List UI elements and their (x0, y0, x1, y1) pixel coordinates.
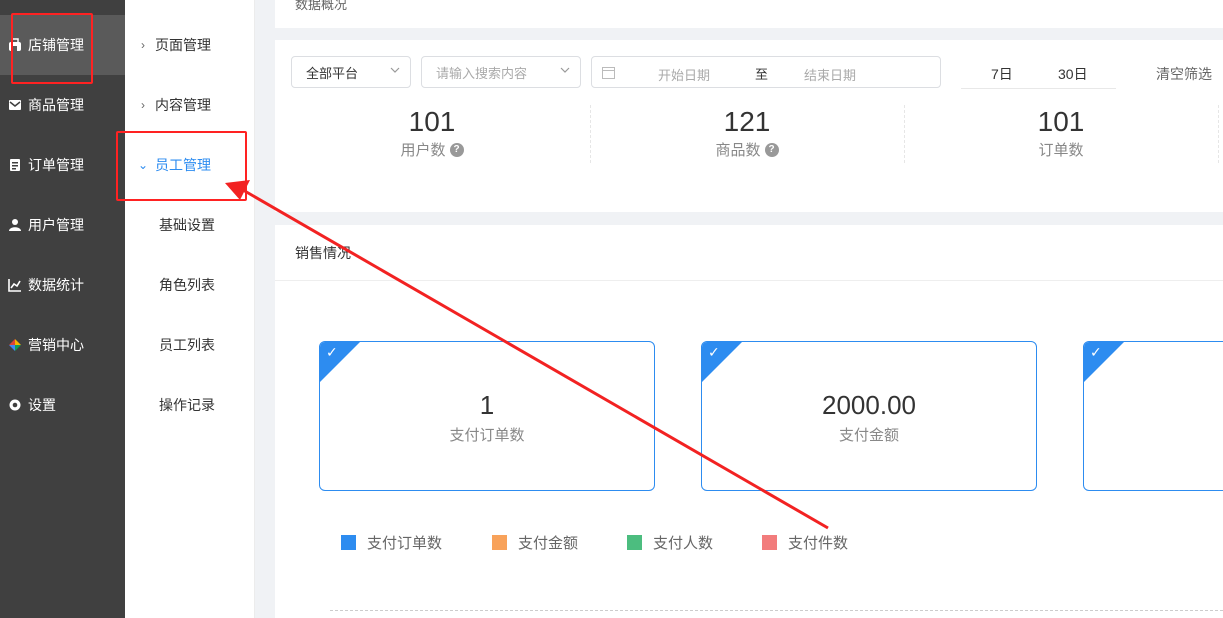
date-range-picker[interactable]: 开始日期 至 结束日期 (591, 56, 941, 88)
help-icon[interactable]: ? (449, 142, 464, 157)
legend-item-paid-users[interactable]: 支付人数 (627, 532, 713, 553)
legend-label: 支付金额 (518, 535, 579, 552)
legend-label: 支付件数 (788, 535, 849, 552)
legend-swatch (341, 535, 356, 550)
overview-title: 数据概况 (295, 0, 348, 12)
user-icon (8, 218, 22, 232)
submenu-child-role-list[interactable]: 角色列表 (125, 255, 255, 315)
stat-users: 101 用户数? (275, 105, 589, 165)
check-icon: ✓ (708, 344, 720, 360)
chevron-right-icon: › (141, 98, 145, 112)
legend-item-paid-amount[interactable]: 支付金额 (492, 532, 578, 553)
sales-panel: 销售情况 ✓ 1 支付订单数 ✓ 2000.00 支付金额 ✓ 支付订单数 支付… (275, 225, 1223, 618)
quick-30-days-button[interactable]: 30日 (1058, 64, 1088, 84)
submenu-child-label: 操作记录 (159, 397, 215, 413)
clear-filter-button[interactable]: 清空筛选 (1156, 64, 1212, 84)
submenu-child-label: 基础设置 (159, 217, 215, 233)
gear-icon (8, 398, 22, 412)
legend-item-paid-orders[interactable]: 支付订单数 (341, 532, 442, 553)
help-icon[interactable]: ? (764, 142, 779, 157)
metric-card-paid-amount[interactable]: ✓ 2000.00 支付金额 (701, 341, 1037, 491)
legend-swatch (492, 535, 507, 550)
sidebar-item-products[interactable]: 商品管理 (0, 75, 125, 135)
search-select[interactable]: 请输入搜索内容 (421, 56, 581, 88)
date-separator: 至 (755, 67, 769, 82)
sidebar-item-users[interactable]: 用户管理 (0, 195, 125, 255)
order-icon (8, 158, 22, 172)
divider (275, 280, 1223, 281)
sidebar-item-label: 营销中心 (28, 337, 84, 353)
sidebar-item-label: 商品管理 (28, 97, 84, 113)
submenu-child-operation-log[interactable]: 操作记录 (125, 375, 255, 435)
platform-select[interactable]: 全部平台 (291, 56, 411, 88)
sidebar-item-orders[interactable]: 订单管理 (0, 135, 125, 195)
quick-7-days-button[interactable]: 7日 (991, 64, 1013, 84)
submenu-child-label: 员工列表 (159, 337, 215, 353)
submenu-item-label: 页面管理 (155, 37, 211, 53)
check-icon: ✓ (326, 344, 338, 360)
overview-header-panel: 数据概况 (275, 0, 1223, 28)
metric-label: 支付金额 (838, 427, 899, 444)
stat-label: 用户数 (400, 142, 446, 159)
sidebar-item-label: 数据统计 (28, 277, 84, 293)
check-icon: ✓ (1090, 344, 1102, 360)
sales-title: 销售情况 (295, 245, 351, 261)
metric-label: 支付订单数 (449, 427, 525, 444)
stat-value: 101 (1037, 106, 1085, 137)
highlight-box-staff (116, 131, 247, 201)
chart-icon (8, 278, 22, 292)
main-sidebar: 店铺管理 商品管理 订单管理 用户管理 数据统计 营销中心 设置 (0, 0, 125, 618)
end-date-input[interactable]: 结束日期 (804, 65, 856, 84)
sidebar-item-label: 用户管理 (28, 217, 84, 233)
marketing-icon (8, 338, 22, 352)
stat-value: 101 (408, 106, 456, 137)
metric-value: 1 (479, 390, 495, 420)
stat-value: 121 (723, 106, 771, 137)
filter-panel: 全部平台 请输入搜索内容 开始日期 至 结束日期 7日 30日 清空筛选 101… (275, 40, 1223, 212)
sidebar-item-label: 订单管理 (28, 157, 84, 173)
chart-axis-line (330, 610, 1223, 611)
mail-icon (8, 98, 22, 112)
submenu-item-pages[interactable]: › 页面管理 (125, 15, 255, 75)
metric-card-partial[interactable]: ✓ (1083, 341, 1223, 491)
chevron-down-icon (560, 67, 570, 73)
metric-value: 2000.00 (822, 390, 916, 420)
legend-item-paid-pieces[interactable]: 支付件数 (762, 532, 848, 553)
sidebar-item-label: 设置 (28, 397, 56, 413)
calendar-icon (602, 67, 615, 79)
chevron-down-icon (390, 67, 400, 73)
sidebar-item-marketing[interactable]: 营销中心 (0, 315, 125, 375)
chevron-right-icon: › (141, 38, 145, 52)
quick-range-group: 7日 30日 (961, 55, 1116, 89)
main-content: 数据概况 全部平台 请输入搜索内容 开始日期 至 结束日期 7日 30日 清空筛… (255, 0, 1223, 618)
submenu-child-basic-settings[interactable]: 基础设置 (125, 195, 255, 255)
legend-swatch (627, 535, 642, 550)
start-date-input[interactable]: 开始日期 (658, 65, 710, 84)
legend-swatch (762, 535, 777, 550)
stat-products: 121 商品数? (590, 105, 904, 165)
submenu-item-label: 内容管理 (155, 97, 211, 113)
stat-orders: 101 订单数 (904, 105, 1218, 165)
submenu-item-content[interactable]: › 内容管理 (125, 75, 255, 135)
platform-select-value: 全部平台 (306, 65, 359, 81)
sidebar-item-settings[interactable]: 设置 (0, 375, 125, 435)
divider (1218, 105, 1219, 163)
stat-label: 商品数 (715, 142, 761, 159)
submenu-child-label: 角色列表 (159, 277, 215, 293)
highlight-box-store (11, 13, 93, 84)
metric-card-paid-orders[interactable]: ✓ 1 支付订单数 (319, 341, 655, 491)
sub-menu: › 页面管理 › 内容管理 ⌄ 员工管理 基础设置 角色列表 员工列表 操作记录 (125, 0, 255, 618)
sidebar-item-statistics[interactable]: 数据统计 (0, 255, 125, 315)
search-placeholder: 请输入搜索内容 (436, 65, 528, 81)
stat-label: 订单数 (1038, 142, 1084, 159)
submenu-child-staff-list[interactable]: 员工列表 (125, 315, 255, 375)
legend-label: 支付订单数 (367, 535, 443, 552)
legend-label: 支付人数 (653, 535, 714, 552)
